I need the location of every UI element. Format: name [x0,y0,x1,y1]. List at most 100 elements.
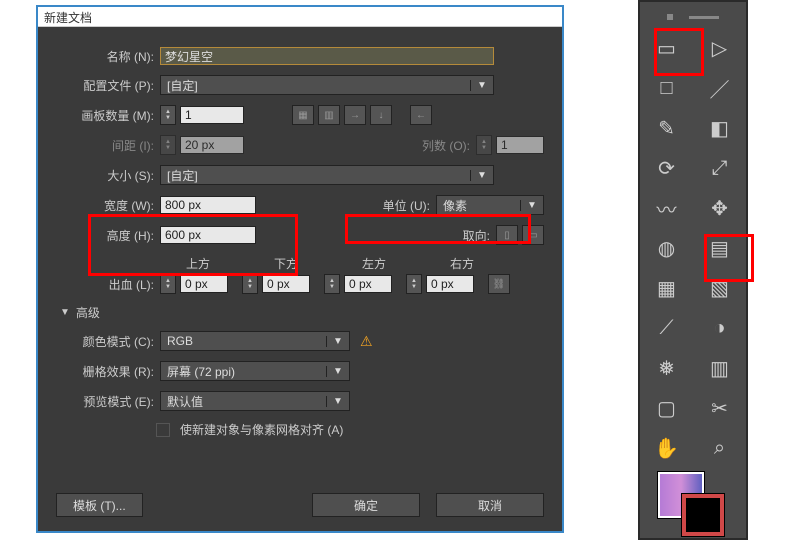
mesh-icon: ▦ [657,276,676,301]
preview-label: 预览模式 (E): [56,393,156,410]
color-swatches[interactable] [640,472,746,550]
symbol-sprayer-tool[interactable]: ❅ [640,348,693,388]
shape-builder-icon: ◍ [658,236,675,261]
advanced-toggle[interactable]: 高级 [60,304,544,321]
name-label: 名称 (N): [56,48,156,65]
bleed-left-input[interactable] [344,275,392,293]
pencil-icon: ✎ [658,116,675,141]
raster-label: 栅格效果 (R): [56,363,156,380]
perspective-grid-tool[interactable]: ▤ [693,228,746,268]
spacing-input [180,136,244,154]
mesh-tool[interactable]: ▦ [640,268,693,308]
spacing-spin [160,135,176,155]
size-label: 大小 (S): [56,167,156,184]
artboards-label: 画板数量 (M): [56,107,156,124]
link-bleed-icon[interactable]: ⛓ [488,274,510,294]
eyedropper-tool[interactable]: ⟋ [640,308,693,348]
artboard-icon: ▢ [657,396,676,421]
bleed-top-spin[interactable] [160,274,176,294]
colormode-label: 颜色模式 (C): [56,333,156,350]
bleed-right-spin[interactable] [406,274,422,294]
free-transform-icon: ✥ [711,196,728,221]
spacing-label: 间距 (I): [56,137,156,154]
width-icon: 〰 [657,194,677,223]
selection-tool[interactable]: ▭ [640,28,693,68]
scale-icon: ⤢ [712,157,728,180]
templates-button[interactable]: 模板 (T)... [56,493,143,517]
eraser-icon: ◧ [710,116,729,141]
artboards-input[interactable] [180,106,244,124]
brush-icon: ／ [710,74,730,103]
width-label: 宽度 (W): [56,197,156,214]
gradient-icon: ▧ [710,276,729,301]
align-pixel-checkbox[interactable] [156,423,170,437]
new-document-dialog: 新建文档 名称 (N): 配置文件 (P): [自定]▼ 画板数量 (M): ▦… [36,5,564,533]
units-combo[interactable]: 像素▼ [436,195,544,215]
arrange-rtl-icon[interactable]: ← [410,105,432,125]
warning-icon: ⚠ [360,333,373,350]
bleed-headers: 上方 下方 左方 右方 [172,255,544,272]
preview-combo[interactable]: 默认值▼ [160,391,350,411]
width-tool[interactable]: 〰 [640,188,693,228]
scale-tool[interactable]: ⤢ [693,148,746,188]
units-label: 单位 (U): [383,197,432,214]
hand-tool[interactable]: ✋ [640,428,693,468]
gradient-tool[interactable]: ▧ [693,268,746,308]
tools-panel: ▭ ▷ □ ／ ✎ ◧ ⟳ ⤢ 〰 ✥ ◍ ▤ ▦ ▧ ⟋ ◑ ❅ ▥ ▢ ✂ ✋ ⌕ [638,0,748,540]
zoom-icon: ⌕ [714,437,725,460]
bleed-bottom-spin[interactable] [242,274,258,294]
columns-spin [476,135,492,155]
rectangle-tool[interactable]: □ [640,68,693,108]
bleed-top-input[interactable] [180,275,228,293]
hand-icon: ✋ [654,436,679,461]
direct-selection-icon: ▷ [712,36,727,61]
free-transform-tool[interactable]: ✥ [693,188,746,228]
ok-button[interactable]: 确定 [312,493,420,517]
width-input[interactable] [160,196,256,214]
profile-label: 配置文件 (P): [56,77,156,94]
arrange-col-icon[interactable]: ↓ [370,105,392,125]
height-label: 高度 (H): [56,227,156,244]
profile-combo[interactable]: [自定]▼ [160,75,494,95]
dialog-title: 新建文档 [38,7,562,27]
symbol-sprayer-icon: ❅ [658,356,675,381]
rotate-icon: ⟳ [658,156,675,181]
arrange-grid-col-icon[interactable]: ▥ [318,105,340,125]
raster-combo[interactable]: 屏幕 (72 ppi)▼ [160,361,350,381]
bleed-label: 出血 (L): [56,276,156,293]
orientation-landscape-icon[interactable]: ▭ [522,225,544,245]
bleed-bottom-input[interactable] [262,275,310,293]
eyedropper-icon: ⟋ [660,317,674,340]
slice-tool[interactable]: ✂ [693,388,746,428]
blend-icon: ◑ [713,317,725,340]
tools-panel-grip[interactable] [640,8,746,26]
arrange-row-icon[interactable]: → [344,105,366,125]
bleed-left-spin[interactable] [324,274,340,294]
orient-label: 取向: [463,227,492,244]
cancel-button[interactable]: 取消 [436,493,544,517]
shape-builder-tool[interactable]: ◍ [640,228,693,268]
direct-selection-tool[interactable]: ▷ [693,28,746,68]
name-input[interactable] [160,47,494,65]
artboards-spin[interactable] [160,105,176,125]
blend-tool[interactable]: ◑ [693,308,746,348]
column-graph-icon: ▥ [710,356,729,381]
columns-input [496,136,544,154]
height-input[interactable] [160,226,256,244]
colormode-combo[interactable]: RGB▼ [160,331,350,351]
column-graph-tool[interactable]: ▥ [693,348,746,388]
pencil-tool[interactable]: ✎ [640,108,693,148]
zoom-tool[interactable]: ⌕ [693,428,746,468]
align-pixel-label: 使新建对象与像素网格对齐 (A) [180,421,343,438]
orientation-portrait-icon[interactable]: ▯ [496,225,518,245]
columns-label: 列数 (O): [422,137,472,154]
perspective-grid-icon: ▤ [710,236,729,261]
eraser-tool[interactable]: ◧ [693,108,746,148]
stroke-swatch[interactable] [682,494,724,536]
brush-tool[interactable]: ／ [693,68,746,108]
bleed-right-input[interactable] [426,275,474,293]
arrange-grid-row-icon[interactable]: ▦ [292,105,314,125]
artboard-tool[interactable]: ▢ [640,388,693,428]
size-combo[interactable]: [自定]▼ [160,165,494,185]
rotate-tool[interactable]: ⟳ [640,148,693,188]
